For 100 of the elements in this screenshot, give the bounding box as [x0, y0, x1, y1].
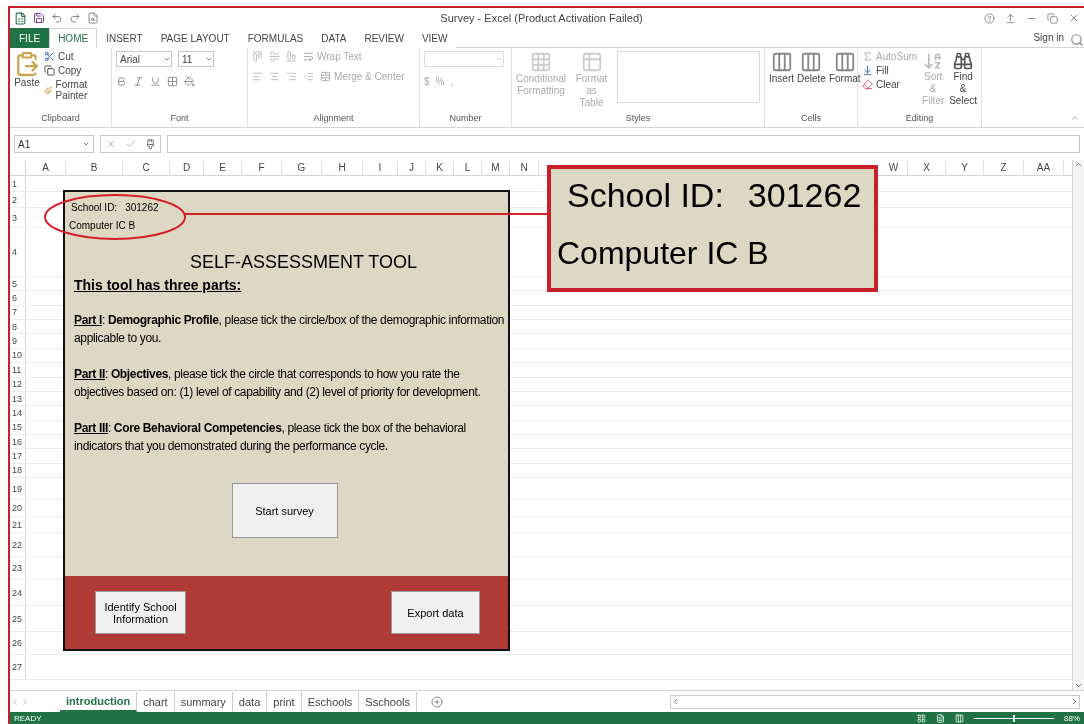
binoculars-icon — [953, 51, 974, 71]
font-size-field[interactable]: 11 — [178, 51, 214, 67]
copy-button[interactable]: Copy — [44, 65, 107, 76]
cells-button[interactable]: Format — [828, 51, 861, 113]
row-header[interactable]: 6 — [10, 291, 26, 305]
column-header[interactable]: J — [398, 160, 426, 175]
row-header[interactable]: 25 — [10, 606, 26, 632]
restore-icon[interactable] — [1047, 12, 1058, 24]
column-header[interactable]: X — [908, 160, 946, 175]
ribbon-display-icon[interactable] — [1005, 12, 1016, 24]
next-sheet-icon[interactable] — [20, 696, 30, 707]
column-header[interactable]: D — [170, 160, 204, 175]
dropdown-icon — [205, 55, 213, 63]
formula-input[interactable] — [167, 135, 1080, 153]
clipboard-icon — [14, 51, 40, 77]
row-header[interactable]: 22 — [10, 533, 26, 557]
ribbon-tab[interactable]: HOME — [49, 28, 98, 48]
cells-button[interactable]: Delete — [797, 51, 826, 113]
previous-sheet-icon[interactable] — [10, 696, 20, 707]
column-header[interactable]: K — [426, 160, 454, 175]
bold-icon[interactable] — [116, 76, 127, 87]
font-name-field[interactable]: Arial — [116, 51, 172, 67]
add-sheet-icon[interactable] — [430, 695, 443, 708]
sort-icon — [923, 51, 944, 71]
format-painter-button[interactable]: Format Painter — [44, 79, 107, 101]
fill-button[interactable]: Fill — [862, 65, 918, 76]
column-header[interactable]: E — [204, 160, 242, 175]
ribbon-tab[interactable]: FILE — [10, 28, 50, 48]
find-select-button[interactable]: Find & Select — [949, 51, 977, 113]
row-header[interactable]: 17 — [10, 449, 26, 463]
paste-button[interactable]: Paste — [14, 51, 40, 113]
row-header[interactable]: 5 — [10, 277, 26, 291]
paintbrush-icon — [44, 84, 53, 96]
column-header[interactable]: M — [482, 160, 510, 175]
collapse-ribbon-icon[interactable] — [1070, 113, 1080, 123]
save-icon[interactable] — [33, 12, 45, 24]
column-header[interactable]: G — [282, 160, 322, 175]
column-header[interactable]: Y — [946, 160, 984, 175]
enter-icon[interactable] — [125, 138, 137, 150]
identify-school-button[interactable]: Identify School Information — [95, 591, 186, 634]
horizontal-scrollbar[interactable] — [670, 694, 1080, 709]
close-icon[interactable] — [1068, 12, 1080, 24]
underline-icon[interactable] — [150, 76, 161, 87]
column-header[interactable]: A — [26, 160, 66, 175]
column-header[interactable]: B — [66, 160, 123, 175]
wrap-text-icon — [303, 51, 314, 62]
copy-icon — [44, 65, 55, 76]
column-header[interactable]: L — [454, 160, 482, 175]
column-header[interactable]: C — [123, 160, 170, 175]
sheet-tab[interactable]: introduction — [60, 691, 138, 712]
row-header[interactable]: 24 — [10, 580, 26, 606]
row-header[interactable]: 20 — [10, 500, 26, 517]
row-header[interactable]: 26 — [10, 632, 26, 655]
undo-icon[interactable] — [51, 12, 63, 24]
print-preview-icon[interactable] — [87, 12, 99, 24]
page-layout-icon[interactable] — [936, 713, 945, 723]
column-header[interactable]: F — [242, 160, 282, 175]
down-arrow-icon — [862, 65, 873, 76]
column-header[interactable]: N — [510, 160, 539, 175]
row-header[interactable]: 19 — [10, 478, 26, 500]
vertical-scrollbar[interactable] — [1072, 160, 1084, 690]
sign-in-link[interactable]: Sign in — [1033, 32, 1070, 43]
redo-icon[interactable] — [69, 12, 81, 24]
column-header[interactable]: I — [363, 160, 398, 175]
group-label: Alignment — [312, 113, 355, 125]
row-header[interactable]: 21 — [10, 517, 26, 533]
column-header[interactable]: AA — [1024, 160, 1064, 175]
row-header[interactable]: 27 — [10, 655, 26, 680]
group-label: Editing — [904, 113, 935, 125]
zoom-level: 88% — [1064, 713, 1080, 723]
cut-button[interactable]: Cut — [44, 51, 107, 62]
italic-icon[interactable] — [133, 76, 144, 87]
export-data-button[interactable]: Export data — [391, 591, 480, 634]
row-header[interactable]: 3 — [10, 208, 26, 227]
column-header[interactable]: Z — [984, 160, 1024, 175]
column-header[interactable]: H — [322, 160, 363, 175]
school-id-value: 301262 — [747, 175, 862, 215]
name-box[interactable]: A1 — [14, 135, 94, 153]
start-survey-button[interactable]: Start survey — [231, 483, 338, 538]
part-description: Part I: Demographic Profile, please tick the circle/box of the demographic information applicable to you. — [74, 312, 506, 347]
row-header[interactable]: 4 — [10, 228, 26, 276]
form-heading: This tool has three parts: — [74, 277, 243, 293]
row-header[interactable]: 2 — [10, 192, 26, 207]
cells-button[interactable]: Insert — [769, 51, 794, 113]
row-header[interactable]: 8 — [10, 320, 26, 334]
row-header[interactable]: 11 — [10, 363, 26, 377]
clear-button[interactable]: Clear — [862, 79, 918, 90]
row-header[interactable]: 14 — [10, 406, 26, 420]
dropdown-icon — [82, 140, 90, 148]
fill-color-icon[interactable] — [184, 76, 195, 87]
row-header[interactable]: 1 — [10, 176, 26, 191]
page-break-icon[interactable] — [955, 713, 964, 723]
cancel-icon[interactable] — [105, 138, 117, 150]
normal-view-icon[interactable] — [917, 713, 926, 723]
eraser-icon — [862, 79, 873, 90]
borders-icon[interactable] — [167, 76, 178, 87]
column-header[interactable]: W — [880, 160, 908, 175]
help-icon[interactable] — [984, 12, 995, 24]
row-header[interactable]: 9 — [10, 334, 26, 348]
row-header[interactable]: 23 — [10, 557, 26, 580]
